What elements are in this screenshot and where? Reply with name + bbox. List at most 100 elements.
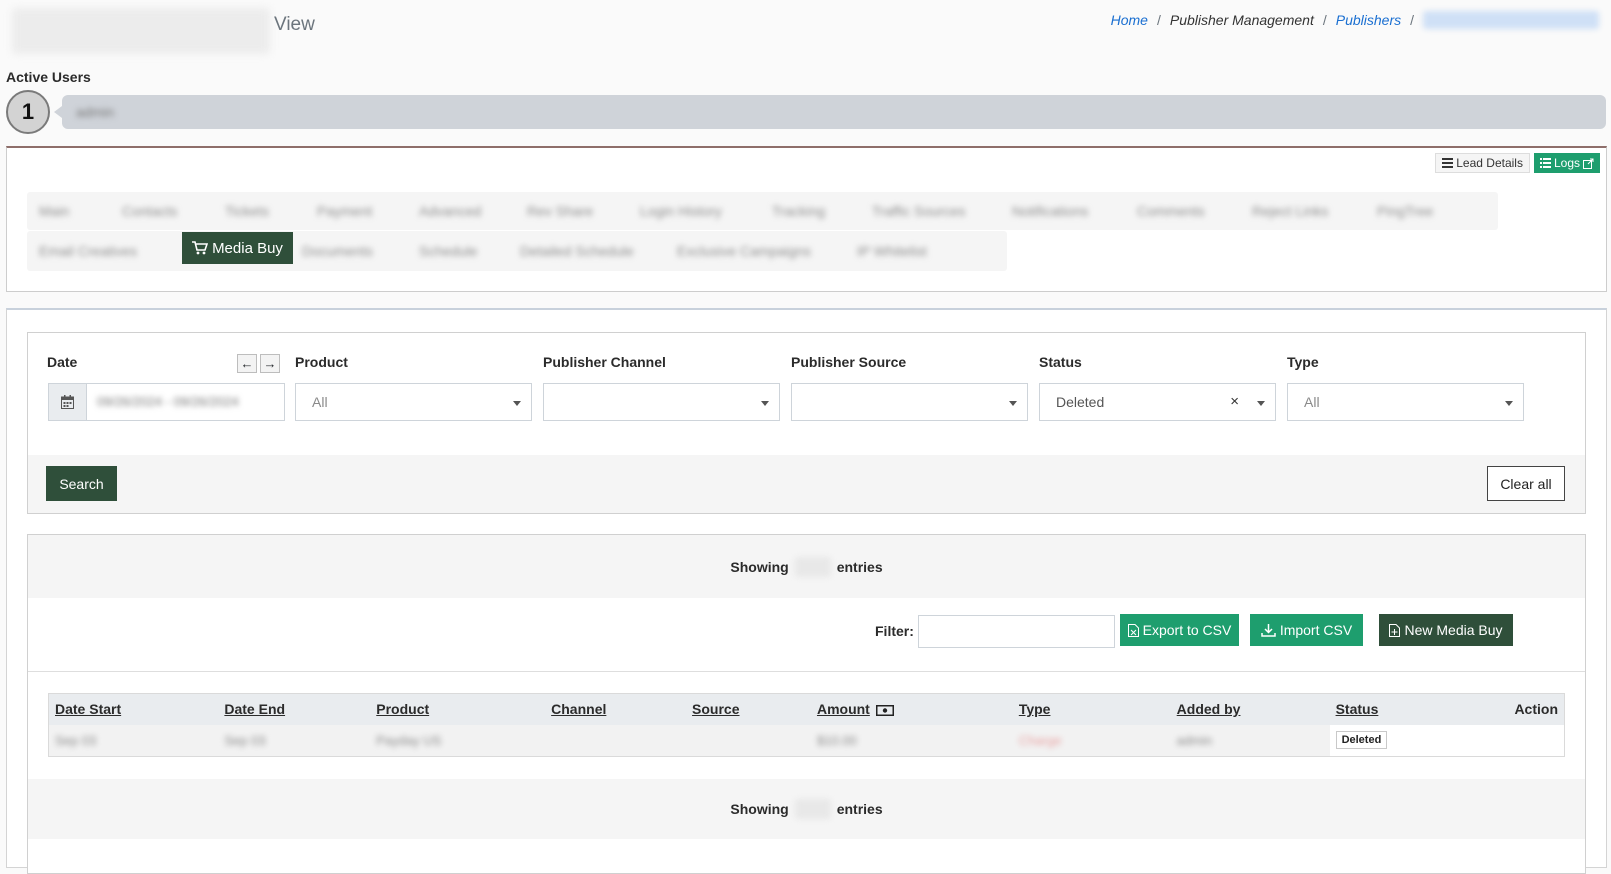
column-product[interactable]: Product xyxy=(370,693,546,725)
active-user-name: admin xyxy=(76,104,115,120)
tab-schedule[interactable]: Schedule xyxy=(419,243,477,259)
cell-status: Deleted xyxy=(1329,724,1430,757)
tab-media-buy-label: Media Buy xyxy=(212,239,283,257)
chevron-down-icon xyxy=(1009,401,1017,406)
showing-count xyxy=(794,556,831,577)
showing-entries-bottom: Showing entries xyxy=(28,779,1585,839)
showing-count xyxy=(794,799,831,819)
cell-added-by: admin xyxy=(1170,724,1330,757)
new-media-buy-button[interactable]: New Media Buy xyxy=(1379,614,1513,646)
column-date-end[interactable]: Date End xyxy=(218,693,371,725)
cell-channel xyxy=(545,724,687,757)
column-channel[interactable]: Channel xyxy=(545,693,687,725)
media-buy-panel: Date ← → 09/26/2024 - 09/26/2024 Product… xyxy=(6,308,1607,874)
type-select[interactable]: All xyxy=(1287,383,1524,421)
date-label: Date xyxy=(47,354,78,370)
import-csv-label: Import CSV xyxy=(1279,622,1353,638)
cell-date-end: Sep 03 xyxy=(218,724,371,757)
media-buy-table: Date Start Date End Product Channel Sour… xyxy=(48,693,1565,757)
chevron-down-icon xyxy=(513,401,521,406)
column-type[interactable]: Type xyxy=(1012,693,1171,725)
breadcrumb-separator: / xyxy=(1322,12,1327,28)
status-select-value: Deleted xyxy=(1056,394,1105,410)
filter-label: Filter: xyxy=(875,623,914,639)
tab-traffic-sources[interactable]: Traffic Sources xyxy=(872,203,965,219)
active-users-count: 1 xyxy=(6,90,50,134)
status-badge: Deleted xyxy=(1335,731,1388,750)
filter-footer: Search Clear all xyxy=(28,455,1585,513)
table-row: Sep 03 Sep 03 Payday US $10.00 Charge ad… xyxy=(48,724,1565,757)
status-label: Status xyxy=(1039,354,1082,370)
tab-exclusive-campaigns[interactable]: Exclusive Campaigns xyxy=(677,243,811,259)
column-date-start[interactable]: Date Start xyxy=(48,693,219,725)
column-amount[interactable]: Amount xyxy=(810,693,1013,725)
arrow-left-icon: ← xyxy=(240,356,254,371)
tab-tickets[interactable]: Tickets xyxy=(225,203,269,219)
breadcrumb-current-publisher[interactable] xyxy=(1423,11,1599,29)
table-header-row: Date Start Date End Product Channel Sour… xyxy=(48,693,1565,725)
logs-button[interactable]: Logs xyxy=(1533,153,1600,173)
publisher-channel-select[interactable] xyxy=(543,383,780,421)
publisher-source-select[interactable] xyxy=(791,383,1028,421)
breadcrumb-publishers-link[interactable]: Publishers xyxy=(1336,12,1401,28)
column-amount-label: Amount xyxy=(816,701,870,718)
tab-email-creatives[interactable]: Email Creatives xyxy=(39,243,137,259)
file-plus-icon xyxy=(1389,623,1401,637)
showing-prefix: Showing xyxy=(730,558,789,575)
breadcrumb-management: Publisher Management xyxy=(1169,12,1314,28)
tab-tracking[interactable]: Tracking xyxy=(772,203,825,219)
showing-suffix: entries xyxy=(836,558,883,575)
breadcrumb-home-link[interactable]: Home xyxy=(1111,12,1148,28)
tabs-bar: Main Contacts Tickets Payment Advanced R… xyxy=(27,192,1498,284)
file-excel-icon xyxy=(1127,623,1139,637)
date-range-input[interactable]: 09/26/2024 - 09/26/2024 xyxy=(48,383,285,421)
date-next-button[interactable]: → xyxy=(260,354,280,373)
breadcrumb: Home / Publisher Management / Publishers… xyxy=(1111,11,1599,29)
cell-action xyxy=(1429,724,1565,757)
tab-login-history[interactable]: Login History xyxy=(640,203,722,219)
import-csv-button[interactable]: Import CSV xyxy=(1250,614,1363,646)
filter-input[interactable] xyxy=(918,615,1115,648)
cell-product: Payday US xyxy=(370,724,546,757)
export-csv-button[interactable]: Export to CSV xyxy=(1120,614,1239,646)
cart-icon xyxy=(192,241,209,255)
date-prev-button[interactable]: ← xyxy=(237,354,257,373)
tab-contacts[interactable]: Contacts xyxy=(122,203,177,219)
tab-main[interactable]: Main xyxy=(39,203,69,219)
calendar-icon[interactable] xyxy=(49,384,87,420)
column-status[interactable]: Status xyxy=(1329,693,1430,725)
filter-card: Date ← → 09/26/2024 - 09/26/2024 Product… xyxy=(27,332,1586,514)
column-source[interactable]: Source xyxy=(686,693,811,725)
type-label: Type xyxy=(1287,354,1319,370)
cell-date-start: Sep 03 xyxy=(48,724,219,757)
publisher-source-label: Publisher Source xyxy=(791,354,907,370)
search-button[interactable]: Search xyxy=(46,466,117,501)
tab-media-buy[interactable]: Media Buy xyxy=(182,232,293,264)
status-select[interactable]: Deleted × xyxy=(1039,383,1276,421)
tab-payment[interactable]: Payment xyxy=(317,203,372,219)
type-select-value: All xyxy=(1304,394,1320,410)
column-added-by[interactable]: Added by xyxy=(1170,693,1330,725)
active-users-label: Active Users xyxy=(6,69,91,85)
tab-notifications[interactable]: Notifications xyxy=(1012,203,1088,219)
tab-comments[interactable]: Comments xyxy=(1137,203,1205,219)
tab-documents[interactable]: Documents xyxy=(302,243,373,259)
clear-icon[interactable]: × xyxy=(1230,393,1239,410)
results-card: Showing entries Filter: Export to CSV Im… xyxy=(27,534,1586,874)
tab-reject-links[interactable]: Reject Links xyxy=(1252,203,1328,219)
download-icon xyxy=(1261,623,1276,637)
lead-details-button[interactable]: Lead Details xyxy=(1435,153,1530,173)
column-action: Action xyxy=(1429,693,1565,725)
clear-all-button[interactable]: Clear all xyxy=(1487,466,1565,501)
tab-pingtree[interactable]: PingTree xyxy=(1377,203,1433,219)
tab-ip-whitelist[interactable]: IP Whitelist xyxy=(857,243,927,259)
tab-advanced[interactable]: Advanced xyxy=(419,203,481,219)
product-select-value: All xyxy=(312,394,328,410)
tab-rev-share[interactable]: Rev Share xyxy=(527,203,593,219)
page-title-suffix: View xyxy=(274,14,315,35)
tab-detailed-schedule[interactable]: Detailed Schedule xyxy=(520,243,634,259)
active-user-bubble: admin xyxy=(54,95,1606,129)
date-range-value: 09/26/2024 - 09/26/2024 xyxy=(97,394,239,409)
product-select[interactable]: All xyxy=(295,383,532,421)
cell-source xyxy=(686,724,811,757)
